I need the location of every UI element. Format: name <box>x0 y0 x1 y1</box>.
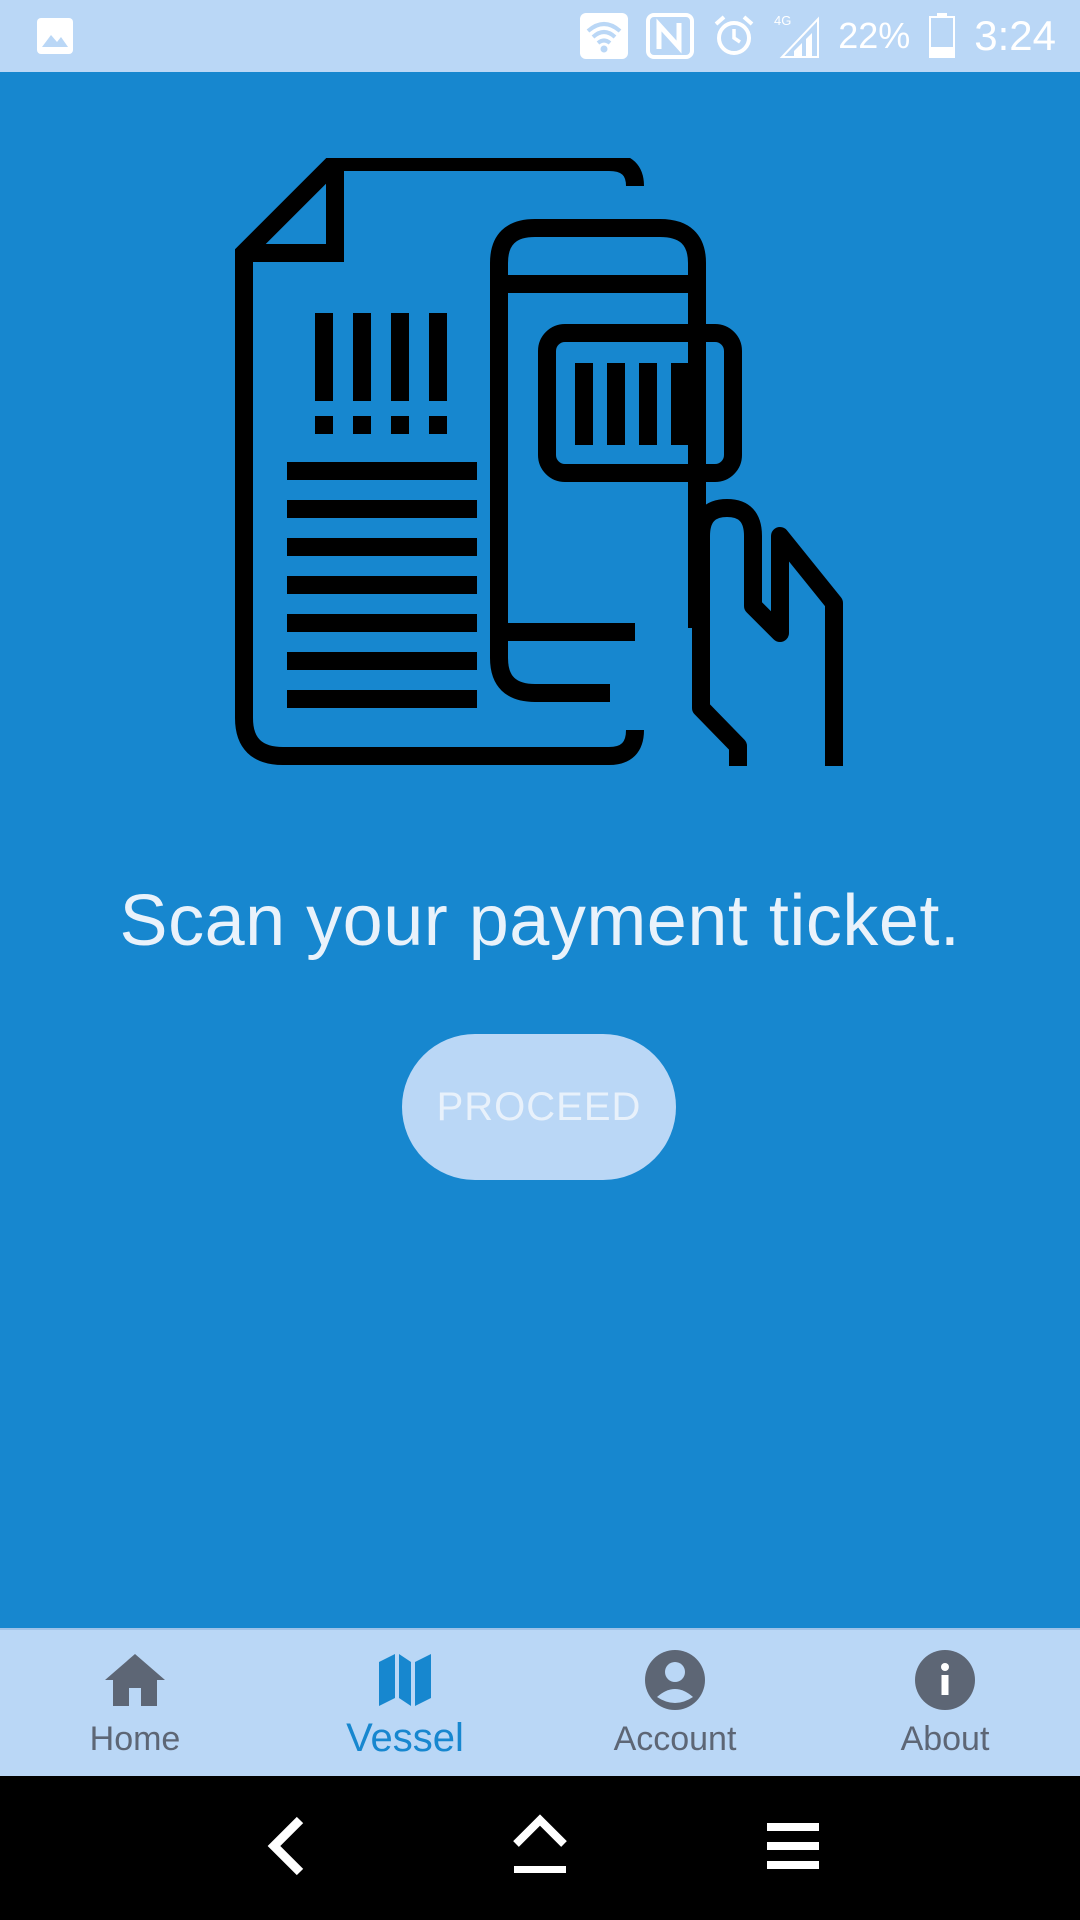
menu-button[interactable] <box>743 1798 843 1898</box>
nav-item-about[interactable]: About <box>810 1630 1080 1776</box>
nav-item-account[interactable]: Account <box>540 1630 810 1776</box>
status-time: 3:24 <box>974 12 1056 59</box>
nav-item-vessel[interactable]: Vessel <box>270 1630 540 1776</box>
back-icon <box>262 1816 312 1881</box>
battery-percent: 22% <box>838 15 911 56</box>
bottom-navigation: Home Vessel Account About <box>0 1628 1080 1776</box>
map-icon <box>377 1648 433 1712</box>
nav-label-about: About <box>900 1720 990 1758</box>
back-button[interactable] <box>237 1798 337 1898</box>
gallery-icon <box>36 17 74 55</box>
nav-label-account: Account <box>613 1720 737 1758</box>
battery-icon <box>928 13 956 59</box>
page-title: Scan your payment ticket. <box>119 881 961 961</box>
alarm-icon <box>712 14 756 58</box>
nav-label-home: Home <box>89 1720 181 1758</box>
proceed-button[interactable]: PROCEED <box>402 1034 676 1180</box>
nav-item-home[interactable]: Home <box>0 1630 270 1776</box>
status-bar: 4G 22% 3:24 <box>0 0 1080 72</box>
account-icon <box>644 1648 706 1712</box>
ticket-scan-icon <box>235 153 845 768</box>
home-icon <box>103 1648 167 1712</box>
network-type-label: 4G <box>774 13 791 28</box>
home-system-button[interactable] <box>490 1798 590 1898</box>
app-screen: 4G 22% 3:24 Scan your payment ticket. PR… <box>0 0 1080 1920</box>
wifi-icon <box>580 13 629 59</box>
signal-icon: 4G <box>774 13 820 59</box>
nfc-icon <box>646 13 695 59</box>
home-chevron-icon <box>510 1813 570 1883</box>
system-navigation-bar <box>0 1776 1080 1920</box>
info-icon <box>914 1648 976 1712</box>
nav-label-vessel: Vessel <box>346 1716 464 1760</box>
menu-icon <box>765 1821 821 1876</box>
